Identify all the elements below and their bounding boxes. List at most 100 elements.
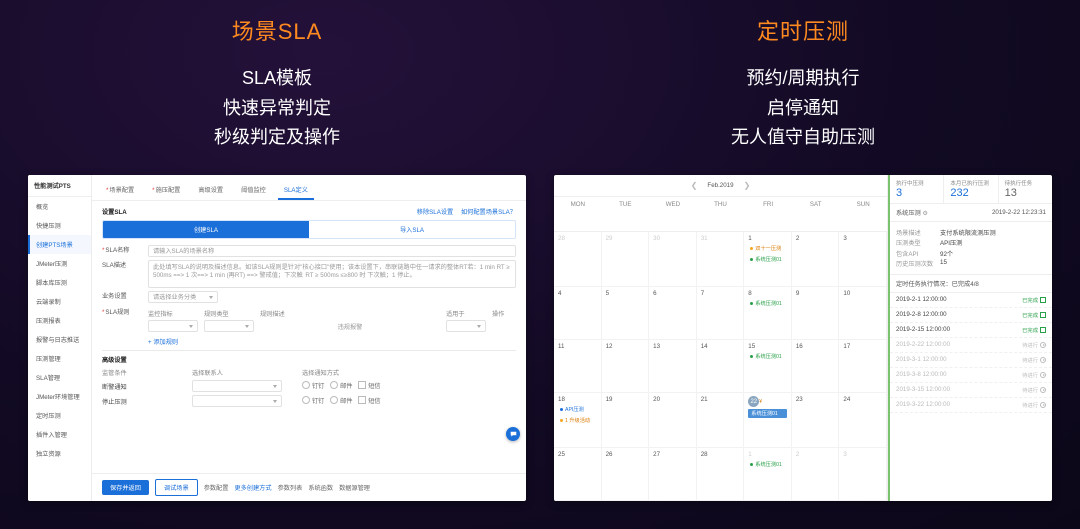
tab-press[interactable]: 施压配置 <box>146 181 186 200</box>
calendar-cell[interactable]: 15系统压测01 <box>744 340 792 393</box>
calendar-cell[interactable]: 2 <box>792 448 840 501</box>
calendar-cell[interactable]: 8系统压测01 <box>744 287 792 340</box>
calendar-cell[interactable]: 31 <box>697 232 745 287</box>
calendar-cell[interactable]: 14 <box>697 340 745 393</box>
run-row[interactable]: 2019-3-1 12:00:00待进行 <box>890 353 1052 368</box>
calendar-cell[interactable]: 5 <box>602 287 650 340</box>
calendar-cell[interactable]: 28 <box>554 232 602 287</box>
check-sms[interactable]: 短信 <box>358 381 380 390</box>
calendar-cell[interactable]: 7 <box>697 287 745 340</box>
calendar-cell[interactable]: 19 <box>602 393 650 448</box>
calendar-cell[interactable]: 3 <box>839 232 887 287</box>
seg-import-sla[interactable]: 导入SLA <box>309 221 515 238</box>
seg-create-sla[interactable]: 创建SLA <box>103 221 309 238</box>
calendar-event[interactable]: API压测 <box>558 405 597 414</box>
radio-email[interactable]: 邮件 <box>330 381 352 390</box>
run-row[interactable]: 2019-3-8 12:00:00待进行 <box>890 368 1052 383</box>
calendar-cell[interactable]: 30 <box>649 232 697 287</box>
flink-paramlist[interactable]: 参数列表 <box>278 483 303 492</box>
adv-stop-contact[interactable] <box>192 395 282 407</box>
check-sms2[interactable]: 短信 <box>358 396 380 405</box>
link-add-rule[interactable]: + 添加规则 <box>148 337 516 346</box>
sidebar-item-jmeter[interactable]: JMeter压测 <box>28 254 91 273</box>
calendar-cell[interactable]: 3 <box>839 448 887 501</box>
calendar-cell[interactable]: 22 ¥系统压测01 <box>744 393 792 448</box>
tab-scene[interactable]: 场景配置 <box>100 181 140 200</box>
rule-metric-select[interactable] <box>148 320 198 332</box>
calendar-cell[interactable]: 26 <box>602 448 650 501</box>
link-help-sla[interactable]: 如何配置场景SLA？ <box>461 209 516 216</box>
calendar-cell[interactable]: 10 <box>839 287 887 340</box>
calendar-cell[interactable]: 23 <box>792 393 840 448</box>
calendar-cell[interactable]: 29 <box>602 232 650 287</box>
sidebar-item-jmeter-env[interactable]: JMeter环境管理 <box>28 387 91 406</box>
calendar-event[interactable]: 系统压测01 <box>748 352 787 361</box>
tab-sla[interactable]: SLA定义 <box>278 181 314 200</box>
flink-sysfn[interactable]: 系统函数 <box>308 483 333 492</box>
flink-param[interactable]: 参数配置 <box>204 483 229 492</box>
adv-alert-contact[interactable] <box>192 380 282 392</box>
sidebar-item-create-pts[interactable]: 创建PTS场景 <box>28 235 91 254</box>
run-row[interactable]: 2019-2-15 12:00:00已完成 <box>890 323 1052 338</box>
btn-save[interactable]: 保存并返回 <box>102 480 149 495</box>
calendar-cell[interactable]: 4 <box>554 287 602 340</box>
calendar-cell[interactable]: 11 <box>554 340 602 393</box>
help-fab[interactable] <box>506 427 520 441</box>
calendar-cell[interactable]: 28 <box>697 448 745 501</box>
calendar-cell[interactable]: 12 <box>602 340 650 393</box>
sidebar-item-plugin[interactable]: 插件入管理 <box>28 425 91 444</box>
select-biz[interactable]: 请选择业务分类 <box>148 291 218 303</box>
calendar-event[interactable]: 系统压测01 <box>748 460 787 469</box>
radio-dd2[interactable]: 钉钉 <box>302 396 324 405</box>
flink-more[interactable]: 更多创建方式 <box>234 483 271 492</box>
calendar-cell[interactable]: 1系统压测01 <box>744 448 792 501</box>
sla-mode-segment[interactable]: 创建SLA 导入SLA <box>102 220 516 239</box>
calendar-event[interactable]: 系统压测01 <box>748 299 787 308</box>
calendar-cell[interactable]: 27 <box>649 448 697 501</box>
textarea-sla-desc[interactable]: 此处填写SLA的说明及描述信息。如该SLA规则是针对"核心接口"使用；该本设置下… <box>148 260 516 288</box>
calendar-cell[interactable]: 13 <box>649 340 697 393</box>
sidebar-item-manage[interactable]: 压测管理 <box>28 349 91 368</box>
link-remove-sla[interactable]: 移除SLA设置 <box>417 209 453 216</box>
sidebar-item-report[interactable]: 压测报表 <box>28 311 91 330</box>
run-row[interactable]: 2019-3-15 12:00:00待进行 <box>890 383 1052 398</box>
sidebar-item-cron[interactable]: 定时压测 <box>28 406 91 425</box>
rule-apply-select[interactable] <box>446 320 486 332</box>
calendar-cell[interactable]: 6 <box>649 287 697 340</box>
flink-datasrc[interactable]: 数据源管理 <box>339 483 370 492</box>
calendar-event[interactable]: 系统压测01 <box>748 409 787 418</box>
sidebar-item-overview[interactable]: 概览 <box>28 197 91 216</box>
sidebar-item-sla[interactable]: SLA管理 <box>28 368 91 387</box>
run-row[interactable]: 2019-2-1 12:00:00已完成 <box>890 293 1052 308</box>
radio-dd[interactable]: 钉钉 <box>302 381 324 390</box>
calendar-cell[interactable]: 24 <box>839 393 887 448</box>
gear-icon[interactable]: ⚙ <box>922 210 928 217</box>
calendar-cell[interactable]: 1双十一压测系统压测01 <box>744 232 792 287</box>
calendar-cell[interactable]: 20 <box>649 393 697 448</box>
chevron-left-icon[interactable]: ❮ <box>691 181 698 190</box>
tab-advanced[interactable]: 高级设置 <box>192 181 229 200</box>
sidebar-item-quick[interactable]: 快捷压测 <box>28 216 91 235</box>
calendar-event[interactable]: 1 升级活动 <box>558 416 597 425</box>
chevron-right-icon[interactable]: ❯ <box>744 181 751 190</box>
input-sla-name[interactable]: 请输入SLA的场景名称 <box>148 245 516 257</box>
run-row[interactable]: 2019-2-22 12:00:00待进行 <box>890 338 1052 353</box>
sidebar-item-alarm[interactable]: 报警与日志推送 <box>28 330 91 349</box>
sidebar-item-script[interactable]: 脚本库压测 <box>28 273 91 292</box>
calendar-event[interactable]: 双十一压测 <box>748 244 787 253</box>
run-row[interactable]: 2019-3-22 12:00:00待进行 <box>890 398 1052 413</box>
sidebar-item-resource[interactable]: 独立资源 <box>28 444 91 463</box>
run-row[interactable]: 2019-2-8 12:00:00已完成 <box>890 308 1052 323</box>
calendar-cell[interactable]: 17 <box>839 340 887 393</box>
calendar-event[interactable]: 系统压测01 <box>748 255 787 264</box>
calendar-cell[interactable]: 21 <box>697 393 745 448</box>
calendar-cell[interactable]: 9 <box>792 287 840 340</box>
sidebar-item-cloudrec[interactable]: 云端录制 <box>28 292 91 311</box>
rule-type-select[interactable] <box>204 320 254 332</box>
btn-debug[interactable]: 调试场景 <box>155 479 198 496</box>
radio-email2[interactable]: 邮件 <box>330 396 352 405</box>
tab-threshold[interactable]: 阈值监控 <box>235 181 272 200</box>
calendar-cell[interactable]: 25 <box>554 448 602 501</box>
calendar-cell[interactable]: 2 <box>792 232 840 287</box>
calendar-cell[interactable]: 18API压测1 升级活动 <box>554 393 602 448</box>
